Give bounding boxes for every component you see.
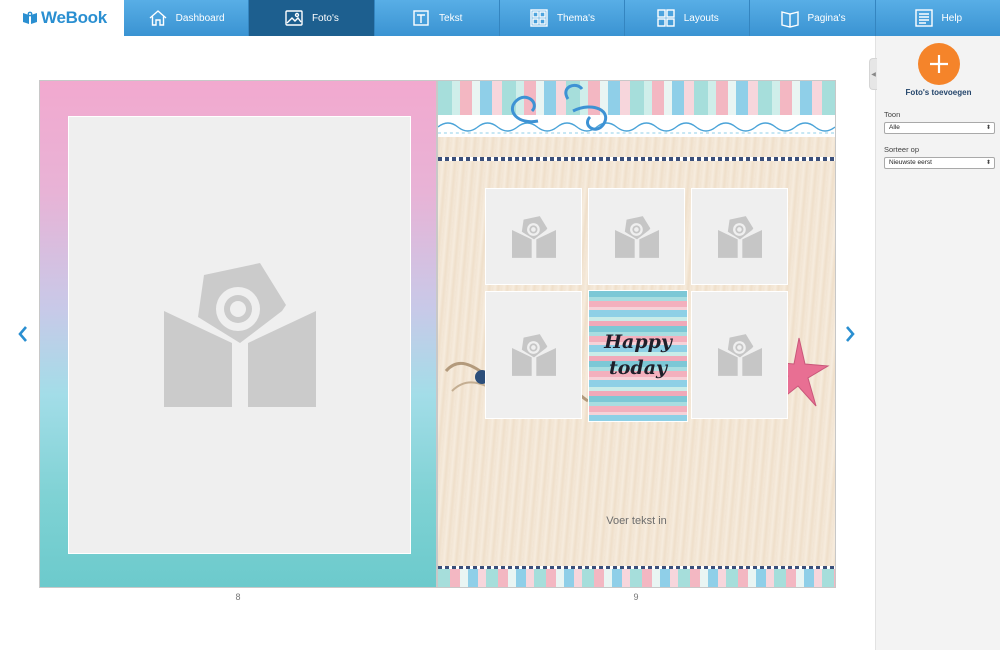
show-label: Toon	[884, 110, 901, 119]
nav-layouts[interactable]: Layouts	[625, 0, 751, 36]
sidebar-collapse-handle[interactable]: ◀	[869, 58, 877, 90]
previous-page-arrow[interactable]	[16, 324, 30, 344]
photo-placeholder-large[interactable]	[68, 116, 411, 554]
page-number-left: 8	[235, 592, 241, 602]
nav-label: Tekst	[439, 12, 463, 24]
page-right[interactable]: Happy today Voer tekst in	[437, 80, 836, 588]
page-number-right: 9	[633, 592, 639, 602]
sort-label: Sorteer op	[884, 145, 920, 154]
nav-text[interactable]: Tekst	[375, 0, 500, 36]
nav-label: Help	[941, 12, 963, 24]
photo-placeholder-icon	[614, 215, 659, 258]
nav-label: Thema's	[556, 12, 595, 24]
photos-sidebar: ◀ Foto's toevoegen Toon Alle ⬍ Sorteer o…	[869, 36, 1000, 650]
nav-label: Foto's	[311, 12, 339, 24]
chevron-right-icon	[846, 326, 855, 342]
add-photos-button[interactable]	[918, 43, 960, 85]
nav-label: Layouts	[683, 12, 719, 24]
select-caret-icon: ⬍	[985, 160, 991, 166]
photo-icon	[285, 10, 303, 26]
text-icon	[413, 10, 429, 26]
nav-label: Dashboard	[175, 12, 225, 24]
happy-today-sticker[interactable]: Happy today	[588, 290, 688, 422]
select-caret-icon: ⬍	[985, 125, 991, 131]
book-logo-icon	[23, 11, 37, 24]
show-select[interactable]: Alle ⬍	[884, 122, 995, 134]
sticker-text: Happy today	[604, 331, 672, 379]
photo-placeholder[interactable]	[588, 188, 685, 285]
sort-select-value: Nieuwste eerst	[889, 159, 932, 166]
nav-help[interactable]: Help	[876, 0, 1000, 36]
page-left[interactable]	[39, 80, 437, 588]
add-photos-label[interactable]: Foto's toevoegen	[876, 88, 1000, 97]
swirl-decoration	[478, 81, 628, 141]
rope-border-top	[438, 157, 835, 161]
help-icon	[914, 9, 933, 27]
sort-select[interactable]: Nieuwste eerst ⬍	[884, 157, 995, 169]
nav-photos[interactable]: Foto's	[249, 0, 375, 36]
photo-placeholder[interactable]	[691, 291, 788, 419]
plus-icon	[930, 55, 948, 73]
photo-placeholder[interactable]	[485, 188, 582, 285]
nav-themes[interactable]: Thema's	[500, 0, 626, 36]
photo-placeholder-icon	[163, 263, 316, 407]
layouts-icon	[657, 9, 675, 27]
text-placeholder[interactable]: Voer tekst in	[438, 515, 835, 527]
top-bar: WeBook Dashboard Foto's Tekst Thema's La…	[0, 0, 1000, 36]
pages-icon	[780, 11, 799, 28]
nav-label: Pagina's	[807, 12, 846, 24]
striped-border-bottom	[438, 569, 835, 587]
next-page-arrow[interactable]	[843, 324, 857, 344]
editor-workspace: Happy today Voer tekst in 8 9	[0, 36, 868, 650]
themes-icon	[530, 9, 548, 27]
photo-placeholder[interactable]	[691, 188, 788, 285]
photo-placeholder-icon	[717, 334, 762, 376]
webook-logo[interactable]: WeBook	[22, 6, 107, 30]
show-select-value: Alle	[889, 124, 900, 131]
photo-placeholder-icon	[511, 215, 556, 258]
photo-placeholder-icon	[717, 215, 762, 258]
home-icon	[149, 10, 167, 26]
main-nav: Dashboard Foto's Tekst Thema's Layouts P…	[124, 0, 1000, 36]
brand-name: WeBook	[41, 8, 107, 27]
chevron-left-icon	[18, 326, 27, 342]
nav-dashboard[interactable]: Dashboard	[124, 0, 250, 36]
photo-placeholder-icon	[511, 334, 556, 376]
nav-pages[interactable]: Pagina's	[750, 0, 876, 36]
photo-placeholder[interactable]	[485, 291, 582, 419]
